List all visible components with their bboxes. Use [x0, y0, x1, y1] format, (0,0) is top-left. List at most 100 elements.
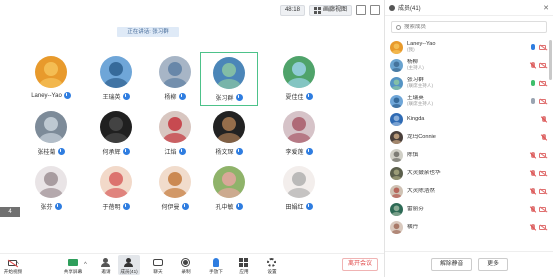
member-row[interactable]: 张习群 (联席主持人): [385, 74, 549, 92]
toolbar-settings-button[interactable]: 设置: [261, 255, 283, 275]
member-row[interactable]: 大灵鼓余也华: [385, 164, 549, 182]
mic-icon[interactable]: [531, 188, 535, 194]
member-avatar: [390, 112, 403, 126]
unmute-all-button[interactable]: 解除静音: [431, 258, 473, 271]
member-info: 杨柳 (主持人): [407, 59, 527, 71]
participant-tile[interactable]: 于蓓明: [87, 162, 145, 216]
participant-tile[interactable]: 李爱莲: [270, 107, 328, 161]
participant-tile[interactable]: 张桂菊: [22, 107, 80, 161]
fullscreen-icon[interactable]: [370, 5, 380, 15]
toolbar-record-button[interactable]: 录制: [175, 255, 197, 275]
participant-name-row: 杨文琛: [200, 147, 258, 156]
share-screen-icon: [68, 258, 78, 267]
participant-name-row: 王瑞英: [87, 92, 145, 101]
participant-tile[interactable]: 何承辉: [87, 107, 145, 161]
participant-tile[interactable]: 王瑞英: [87, 52, 145, 106]
participant-avatar: [35, 56, 67, 88]
camera-off-icon: [539, 206, 546, 212]
participant-name: 夏佳佳: [285, 95, 304, 101]
mic-icon: [305, 148, 313, 155]
window-icon[interactable]: [356, 5, 366, 15]
participant-name-row: 张芬: [22, 202, 80, 211]
participant-tile[interactable]: 何伊曼: [146, 162, 204, 216]
member-row[interactable]: 龙玛Connie: [385, 128, 549, 146]
member-row[interactable]: 杨柳 (主持人): [385, 56, 549, 74]
mic-icon[interactable]: [531, 62, 535, 68]
participant-name: 孔中敏: [215, 205, 234, 211]
mic-icon[interactable]: [531, 170, 535, 176]
member-list-scrollbar[interactable]: [549, 40, 552, 80]
camera-off-icon: [539, 80, 546, 86]
participant-avatar: [100, 111, 132, 143]
toolbar-invite-button[interactable]: 邀请: [95, 255, 117, 275]
bottom-toolbar: 开始视频 共享屏幕 邀请 成员(41) 聊天 录制 手放下 应用 设置 ^ ^ 离开会议: [0, 253, 384, 277]
member-row[interactable]: Laney--Yao (我): [385, 38, 549, 56]
participant-name-row: 何伊曼: [146, 202, 204, 211]
participant-tile[interactable]: 杨柳: [146, 52, 204, 106]
toolbar-apps-button[interactable]: 应用: [233, 255, 255, 275]
participant-tile[interactable]: 江焰: [146, 107, 204, 161]
toolbar-camera-button[interactable]: 开始视频: [2, 255, 24, 275]
mic-icon[interactable]: [531, 152, 535, 158]
mic-icon[interactable]: [531, 98, 535, 104]
mic-icon[interactable]: [542, 116, 546, 122]
toolbar-label: 共享屏幕: [63, 269, 83, 274]
participant-tile[interactable]: 张习群: [200, 52, 258, 106]
more-button[interactable]: 更多: [478, 258, 508, 271]
record-icon: [181, 258, 191, 267]
view-toggle-button[interactable]: 画廊视图: [308, 4, 352, 16]
toolbar-hand-button[interactable]: 手放下: [205, 255, 227, 275]
hand-icon: [211, 258, 221, 267]
participant-tile[interactable]: 夏佳佳: [270, 52, 328, 106]
member-row[interactable]: Kingda: [385, 110, 549, 128]
mic-icon: [57, 148, 65, 155]
toolbar-share-screen-button[interactable]: 共享屏幕: [62, 255, 84, 275]
member-info: 大灵陈浩然: [407, 188, 527, 194]
member-info: Kingda: [407, 116, 538, 122]
toolbar-members-button[interactable]: 成员(41): [118, 255, 140, 275]
member-info: 龙玛Connie: [407, 134, 538, 140]
member-role: (我): [407, 47, 415, 52]
member-search-input[interactable]: [404, 24, 524, 30]
participant-name: 张习群: [215, 96, 234, 102]
mic-icon[interactable]: [542, 134, 546, 140]
camera-off-icon: [539, 152, 546, 158]
members-icon: [124, 258, 134, 267]
side-collapse-tab[interactable]: 4: [0, 207, 20, 217]
mic-icon[interactable]: [531, 206, 535, 212]
participant-name-row: 张习群: [201, 93, 257, 102]
mic-icon[interactable]: [531, 224, 535, 230]
mic-icon: [235, 203, 243, 210]
camera-off-icon: [539, 188, 546, 194]
participant-name: 杨柳: [164, 95, 177, 101]
toolbar-chat-button[interactable]: 聊天: [147, 255, 169, 275]
participant-name: 于蓓明: [102, 205, 121, 211]
mic-icon[interactable]: [531, 80, 535, 86]
member-row[interactable]: 王瑞英 (联席主持人): [385, 92, 549, 110]
participant-name-row: 李爱莲: [270, 147, 328, 156]
participant-tile[interactable]: 孔中敏: [200, 162, 258, 216]
leave-meeting-button[interactable]: 离开会议: [342, 258, 378, 271]
member-row[interactable]: 雷丽芬: [385, 200, 549, 218]
member-status-icons: [531, 170, 546, 176]
toolbar-label: 成员(41): [120, 269, 138, 274]
toolbar-label: 应用: [239, 269, 249, 274]
member-row[interactable]: 陈慎: [385, 146, 549, 164]
member-row[interactable]: 大灵陈浩然: [385, 182, 549, 200]
participant-avatar: [35, 166, 67, 198]
participant-name: Laney--Yao: [31, 92, 62, 99]
participant-tile[interactable]: 田娟红: [270, 162, 328, 216]
participant-tile[interactable]: 杨文琛: [200, 107, 258, 161]
share-options-caret[interactable]: ^: [84, 262, 87, 268]
participant-tile[interactable]: 张芬: [22, 162, 80, 216]
participant-name: 田娟红: [285, 205, 304, 211]
close-icon[interactable]: ✕: [543, 4, 549, 12]
video-options-caret[interactable]: ^: [16, 262, 19, 268]
participant-avatar: [283, 111, 315, 143]
member-role: (联席主持人): [407, 101, 434, 106]
participant-name: 何伊曼: [161, 205, 180, 211]
participant-name-row: 张桂菊: [22, 147, 80, 156]
participant-tile[interactable]: Laney--Yao: [22, 52, 80, 106]
mic-icon[interactable]: [531, 44, 535, 50]
member-row[interactable]: 横丹: [385, 218, 549, 236]
